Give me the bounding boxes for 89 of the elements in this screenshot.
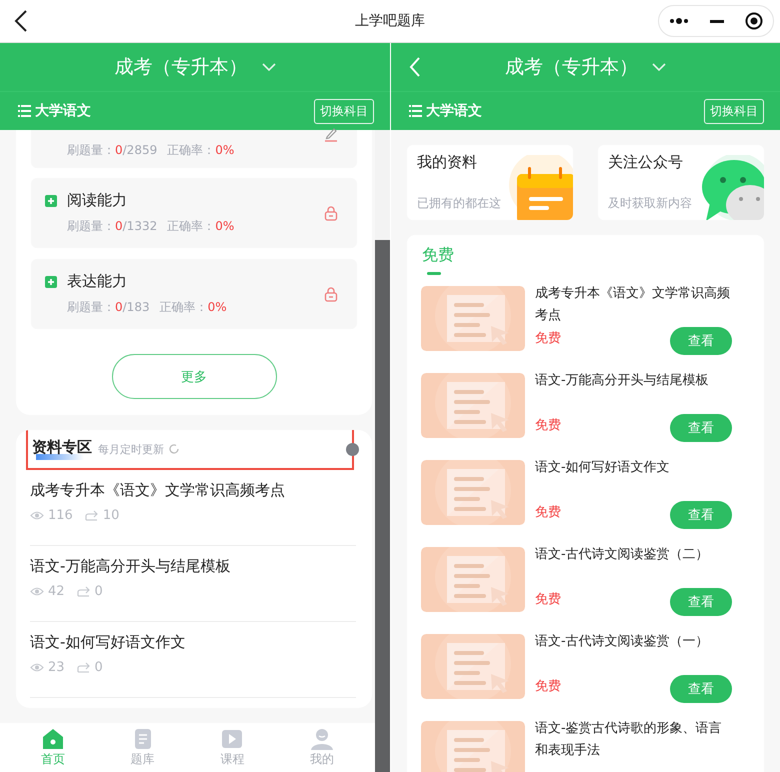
document-pointer-icon: [421, 286, 525, 351]
price-label: 免费: [535, 330, 561, 347]
tab-item[interactable]: 首页: [40, 728, 65, 768]
more-icon[interactable]: [669, 18, 690, 24]
update-note: 每月定时更新: [98, 442, 164, 456]
close-icon[interactable]: [744, 12, 763, 30]
share-count: 0: [94, 584, 103, 599]
question-count: 刷题量：0/183: [67, 299, 150, 316]
view-count: 23: [48, 660, 65, 675]
app-title: 上学吧题库: [355, 12, 425, 30]
material-title[interactable]: 成考专升本《语文》文学常识高频考点: [535, 283, 732, 327]
back-icon[interactable]: [14, 10, 28, 32]
question-count: 刷题量：0/1332: [67, 218, 158, 235]
play-icon: [221, 728, 244, 750]
document-pointer-icon: [421, 634, 525, 699]
eye-icon: [30, 510, 44, 521]
list-icon: [18, 105, 31, 117]
refresh-icon[interactable]: [168, 443, 180, 455]
exam-title[interactable]: 成考（专升本）: [114, 54, 248, 80]
more-button[interactable]: 更多: [112, 354, 276, 399]
material-title[interactable]: 语文-古代诗文阅读鉴赏（二）: [535, 544, 732, 566]
view-button[interactable]: 查看: [670, 588, 732, 616]
material-title[interactable]: 语文-万能高分开头与结尾模板: [535, 370, 732, 392]
exam-title[interactable]: 成考（专升本）: [505, 54, 638, 80]
share-count: 0: [94, 660, 103, 675]
material-title[interactable]: 语文-古代诗文阅读鉴赏（一）: [535, 631, 732, 653]
chapter-title: 阅读能力: [67, 191, 128, 210]
chevron-down-icon[interactable]: [652, 62, 666, 72]
switch-subject-button[interactable]: 切换科目: [704, 98, 764, 124]
chapter-item[interactable]: 阅读能力 刷题量：0/1332 正确率：0%: [31, 178, 357, 248]
share-icon: [76, 662, 91, 673]
person-icon: [311, 728, 334, 750]
lock-icon[interactable]: [323, 205, 339, 221]
tab-item[interactable]: 课程: [220, 728, 244, 768]
view-button[interactable]: 查看: [670, 414, 732, 442]
chevron-down-icon[interactable]: [262, 62, 276, 72]
share-icon: [76, 586, 91, 597]
view-button[interactable]: 查看: [670, 675, 732, 703]
list-icon: [409, 105, 422, 117]
capsule-menu[interactable]: [658, 5, 774, 37]
switch-subject-button[interactable]: 切换科目: [314, 98, 374, 124]
scroll-thumb[interactable]: [375, 240, 390, 772]
material-title[interactable]: 语文-如何写好语文作文: [30, 633, 356, 652]
promo-title: 我的资料: [417, 153, 478, 172]
free-tab[interactable]: 免费: [422, 245, 454, 276]
material-title[interactable]: 语文-如何写好语文作文: [535, 457, 732, 479]
view-count: 116: [48, 508, 73, 523]
home-icon: [42, 728, 64, 750]
accuracy-rate: 正确率：0%: [160, 299, 227, 316]
view-button[interactable]: 查看: [670, 501, 732, 529]
plus-icon[interactable]: [45, 195, 57, 207]
price-label: 免费: [535, 591, 561, 608]
share-count: 10: [102, 508, 120, 523]
chapter-item[interactable]: 刷题量：0/2859 正确率：0%: [31, 130, 357, 168]
chapter-item[interactable]: 表达能力 刷题量：0/183 正确率：0%: [31, 259, 357, 329]
calendar-icon: [507, 155, 573, 220]
tab-item[interactable]: 我的: [310, 728, 334, 768]
accuracy-rate: 正确率：0%: [167, 142, 234, 159]
minimize-icon[interactable]: [710, 20, 724, 22]
subject-label: 大学语文: [426, 102, 482, 120]
promo-title: 关注公众号: [608, 153, 684, 172]
promo-card[interactable]: 关注公众号 及时获取新内容: [598, 145, 764, 220]
material-title[interactable]: 成考专升本《语文》文学常识高频考点: [30, 481, 356, 500]
eye-icon: [30, 586, 44, 597]
material-title[interactable]: 语文-鉴赏古代诗歌的形象、语言和表现手法: [535, 718, 732, 762]
lock-icon[interactable]: [323, 286, 339, 302]
promo-subtitle: 已拥有的都在这: [417, 195, 502, 212]
share-icon: [84, 510, 99, 521]
question-count: 刷题量：0/2859: [67, 142, 158, 159]
material-title[interactable]: 语文-万能高分开头与结尾模板: [30, 557, 356, 576]
subject-label: 大学语文: [35, 102, 91, 120]
accuracy-rate: 正确率：0%: [167, 218, 234, 235]
chapter-title: 表达能力: [67, 272, 128, 291]
tab-item[interactable]: 题库: [130, 728, 155, 768]
pencil-icon[interactable]: [323, 126, 339, 142]
price-label: 免费: [535, 417, 561, 434]
document-pointer-icon: [421, 373, 525, 438]
document-pointer-icon: [421, 547, 525, 612]
view-count: 42: [48, 584, 65, 599]
document-pointer-icon: [421, 460, 525, 525]
plus-icon[interactable]: [45, 276, 57, 288]
eye-icon: [30, 662, 44, 673]
price-label: 免费: [535, 678, 561, 695]
document-pointer-icon: [421, 721, 525, 772]
section-title: 资料专区: [32, 438, 92, 460]
price-label: 免费: [535, 504, 561, 521]
view-button[interactable]: 查看: [670, 327, 732, 355]
promo-card[interactable]: 我的资料 已拥有的都在这: [407, 145, 573, 220]
promo-subtitle: 及时获取新内容: [608, 195, 693, 212]
